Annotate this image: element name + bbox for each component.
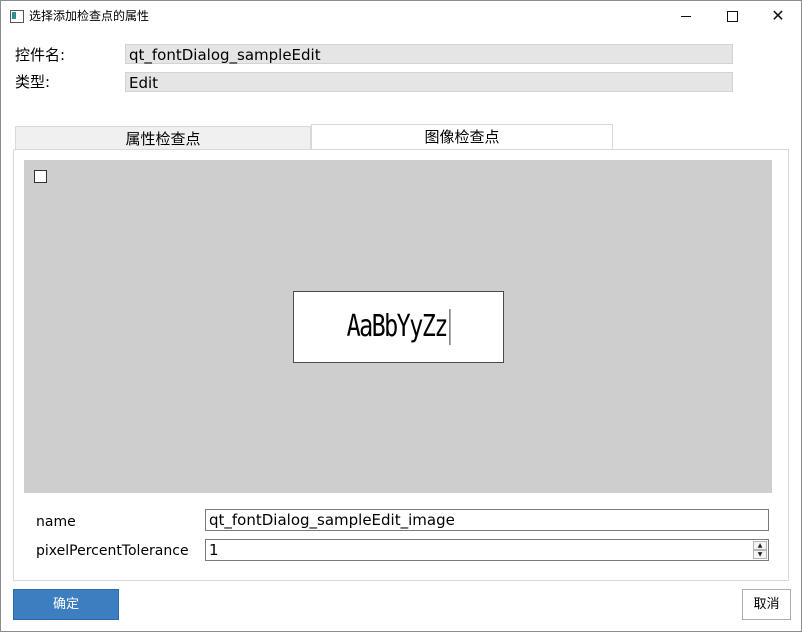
title-bar: 选择添加检查点的属性 ✕ [1, 1, 801, 31]
tab-property-checkpoint[interactable]: 属性检查点 [15, 126, 311, 149]
spin-up-icon[interactable]: ▲ [753, 541, 767, 550]
select-checkbox[interactable] [34, 170, 47, 183]
maximize-button[interactable] [709, 1, 755, 31]
control-type-field: Edit [125, 72, 733, 92]
sample-edit-preview: AaBbYyZz [293, 291, 504, 363]
text-caret [449, 309, 451, 346]
spin-down-icon[interactable]: ▼ [753, 550, 767, 559]
minimize-button[interactable] [663, 1, 709, 31]
close-button[interactable]: ✕ [755, 1, 801, 31]
sample-text: AaBbYyZz [346, 308, 451, 346]
spin-buttons: ▲ ▼ [753, 541, 767, 559]
maximize-icon [726, 10, 738, 22]
control-name-field: qt_fontDialog_sampleEdit [125, 44, 733, 64]
control-name-label: 控件名: [15, 46, 66, 64]
ok-button[interactable]: 确定 [13, 589, 119, 620]
property-label-tolerance: pixelPercentTolerance [36, 543, 189, 559]
tolerance-value: 1 [209, 541, 219, 559]
window-title: 选择添加检查点的属性 [29, 9, 150, 23]
app-icon [10, 10, 24, 23]
image-preview-area: AaBbYyZz [24, 160, 772, 493]
name-input[interactable]: qt_fontDialog_sampleEdit_image [205, 509, 769, 531]
property-label-name: name [36, 514, 76, 530]
control-type-label: 类型: [15, 73, 51, 91]
tab-image-checkpoint[interactable]: 图像检查点 [311, 124, 613, 150]
close-icon: ✕ [771, 6, 785, 25]
dialog-window: 选择添加检查点的属性 ✕ 控件名: qt_fontDialog_sampleEd… [0, 0, 802, 632]
minimize-icon [681, 15, 691, 17]
tolerance-spinbox[interactable]: 1 ▲ ▼ [205, 539, 769, 561]
cancel-button[interactable]: 取消 [742, 589, 791, 620]
